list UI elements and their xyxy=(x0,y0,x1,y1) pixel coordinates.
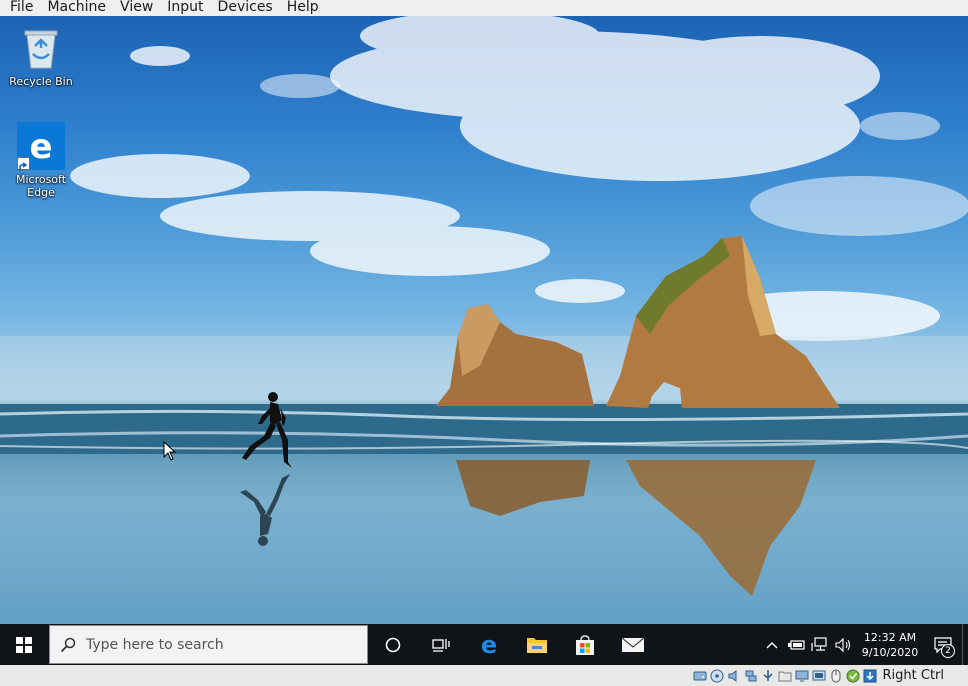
menu-file[interactable]: File xyxy=(0,0,40,15)
store-icon xyxy=(576,634,594,655)
wallpaper-beach xyxy=(0,16,968,624)
taskbar-search-box[interactable]: Type here to search xyxy=(49,625,368,664)
volume-button[interactable] xyxy=(832,624,856,665)
mouse-integration-icon[interactable] xyxy=(828,668,844,684)
network-button[interactable] xyxy=(808,624,832,665)
taskbar: Type here to search e 12:32 AM 9/10/2020… xyxy=(0,624,968,665)
desktop-icon-recycle-bin[interactable]: Recycle Bin xyxy=(2,24,80,88)
cortana-icon xyxy=(385,637,401,652)
desktop[interactable]: Recycle Bin e Microsoft Edge xyxy=(0,16,968,624)
taskbar-edge-button[interactable]: e xyxy=(465,624,513,665)
volume-icon xyxy=(835,637,851,652)
system-tray: 12:32 AM 9/10/2020 2 xyxy=(760,624,968,665)
notification-count-badge: 2 xyxy=(941,644,955,658)
clock-date: 9/10/2020 xyxy=(861,645,919,659)
task-view-icon xyxy=(432,638,450,652)
menu-view[interactable]: View xyxy=(113,0,160,15)
display-icon[interactable] xyxy=(794,668,810,684)
taskbar-store-button[interactable] xyxy=(561,624,609,665)
svg-text:e: e xyxy=(29,127,52,167)
mail-icon xyxy=(621,637,645,652)
taskbar-file-explorer-button[interactable] xyxy=(513,624,561,665)
clock-time: 12:32 AM xyxy=(863,630,917,644)
desktop-icon-label: Microsoft Edge xyxy=(15,173,67,199)
video-capture-icon[interactable] xyxy=(811,668,827,684)
mouse-cursor-icon xyxy=(163,441,177,461)
network-icon xyxy=(811,636,827,651)
edge-icon: e xyxy=(481,634,497,656)
show-hidden-icons-button[interactable] xyxy=(760,624,784,665)
desktop-icon-microsoft-edge[interactable]: e Microsoft Edge xyxy=(2,122,80,199)
audio-icon[interactable] xyxy=(726,668,742,684)
desktop-icon-label: Recycle Bin xyxy=(9,75,73,88)
search-icon xyxy=(60,637,76,652)
chevron-up-icon xyxy=(766,641,778,648)
shared-folder-icon[interactable] xyxy=(777,668,793,684)
vbox-status-bar: Right Ctrl xyxy=(0,665,968,686)
vbox-menu-bar: File Machine View Input Devices Help xyxy=(0,0,968,16)
hard-disk-icon[interactable] xyxy=(692,668,708,684)
battery-button[interactable] xyxy=(784,624,808,665)
menu-devices[interactable]: Devices xyxy=(211,0,280,15)
taskbar-mail-button[interactable] xyxy=(609,624,657,665)
search-placeholder: Type here to search xyxy=(86,636,224,653)
menu-machine[interactable]: Machine xyxy=(40,0,113,15)
edge-icon: e xyxy=(17,122,65,171)
start-button[interactable] xyxy=(0,624,48,665)
action-center-button[interactable]: 2 xyxy=(924,624,962,665)
task-view-button[interactable] xyxy=(417,624,465,665)
svg-text:e: e xyxy=(481,634,497,656)
battery-icon xyxy=(788,639,805,650)
network-icon[interactable] xyxy=(743,668,759,684)
menu-input[interactable]: Input xyxy=(160,0,210,15)
menu-help[interactable]: Help xyxy=(280,0,326,15)
cortana-button[interactable] xyxy=(369,624,417,665)
file-explorer-icon xyxy=(527,637,547,653)
optical-drive-icon[interactable] xyxy=(709,668,725,684)
show-desktop-button[interactable] xyxy=(962,624,968,665)
recycle-bin-icon xyxy=(17,24,65,72)
keyboard-capture-icon[interactable] xyxy=(862,668,878,684)
windows-logo-icon xyxy=(16,636,32,653)
taskbar-clock[interactable]: 12:32 AM 9/10/2020 xyxy=(856,630,924,660)
shortcut-arrow-icon xyxy=(17,157,30,171)
host-key-label: Right Ctrl xyxy=(882,668,945,683)
usb-icon[interactable] xyxy=(760,668,776,684)
guest-additions-icon[interactable] xyxy=(845,668,861,684)
